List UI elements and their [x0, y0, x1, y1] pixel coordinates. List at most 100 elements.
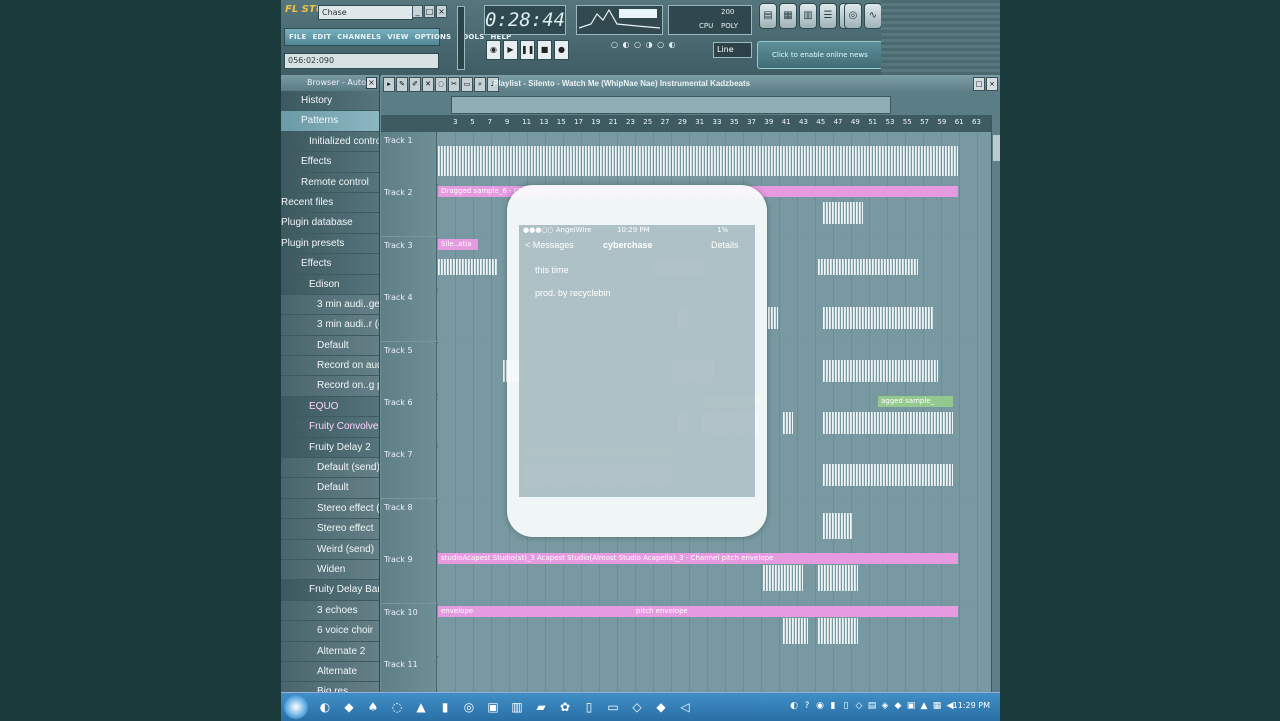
- scroll-thumb[interactable]: [993, 135, 1000, 161]
- details-button[interactable]: Details: [711, 240, 739, 250]
- browser-item[interactable]: Record on audio input: [281, 356, 379, 377]
- start-button[interactable]: [284, 695, 308, 719]
- maximize-icon[interactable]: □: [424, 5, 435, 18]
- playlist-icon[interactable]: ▤: [759, 3, 777, 29]
- paint-tool-icon[interactable]: ✐: [409, 77, 421, 92]
- track-name[interactable]: Track 1: [381, 132, 437, 184]
- browser-item[interactable]: Remote control: [281, 172, 379, 193]
- playlist-close-icon[interactable]: ×: [986, 77, 998, 91]
- app-icon[interactable]: ◌: [387, 697, 407, 717]
- snap-select[interactable]: Line: [713, 42, 752, 58]
- piano-roll-icon[interactable]: ▥: [799, 3, 817, 29]
- browser-item[interactable]: Effects: [281, 254, 379, 275]
- audio-clip-waveform[interactable]: [823, 512, 853, 539]
- slice-tool-icon[interactable]: ✂: [448, 77, 460, 92]
- app-icon[interactable]: ▲: [411, 697, 431, 717]
- browser-item[interactable]: Default (send): [281, 458, 379, 479]
- stop-icon[interactable]: ■: [537, 40, 552, 60]
- app-icon[interactable]: ◁: [675, 697, 695, 717]
- browser-item[interactable]: Recent files: [281, 192, 379, 214]
- playlist-maximize-icon[interactable]: □: [973, 77, 985, 91]
- browser-item[interactable]: Default: [281, 335, 379, 357]
- menu-channels[interactable]: CHANNELS: [337, 33, 381, 41]
- browser-close-icon[interactable]: ×: [366, 77, 377, 89]
- tray-icon[interactable]: ?: [802, 699, 812, 713]
- audio-clip-waveform[interactable]: [783, 617, 808, 644]
- app-icon[interactable]: ▮: [435, 697, 455, 717]
- app-icon[interactable]: ✿: [555, 697, 575, 717]
- track-name[interactable]: Track 10: [381, 603, 437, 656]
- browser-item[interactable]: Widen: [281, 559, 379, 581]
- browser-item[interactable]: 6 voice choir: [281, 621, 379, 642]
- app-icon[interactable]: ◇: [627, 697, 647, 717]
- audio-clip-waveform[interactable]: [823, 359, 938, 382]
- browser-item[interactable]: Weird (send): [281, 539, 379, 560]
- wave-editor-icon[interactable]: ∿: [864, 3, 882, 29]
- app-icon[interactable]: ▥: [507, 697, 527, 717]
- track-name[interactable]: Track 2: [381, 184, 437, 237]
- menu-edit[interactable]: EDIT: [312, 33, 331, 41]
- tray-icon[interactable]: ▯: [841, 699, 851, 713]
- step-sequencer-icon[interactable]: ▦: [779, 3, 797, 29]
- browser-item[interactable]: History: [281, 91, 379, 112]
- timeline-ruler[interactable]: 3 5 7 9 11 13 15 17 19 21 23 25 27 29 31 33 35 37 39 41 43 45…: [381, 115, 991, 133]
- browser-item[interactable]: Fruity Convolver: [281, 417, 379, 438]
- clip-header[interactable]: studioAcapest Studio(st)_3 Acapest Studi…: [438, 553, 958, 565]
- audio-clip-waveform[interactable]: [818, 258, 918, 275]
- menu-file[interactable]: FILE: [289, 33, 306, 41]
- browser-item[interactable]: Patterns: [281, 111, 379, 132]
- menu-view[interactable]: VIEW: [387, 33, 408, 41]
- browser-item[interactable]: Plugin database: [281, 213, 379, 234]
- browser-item[interactable]: Default: [281, 478, 379, 499]
- audio-clip-waveform[interactable]: [823, 412, 953, 434]
- track-name[interactable]: Track 3: [381, 236, 437, 289]
- photoshop-icon[interactable]: ▣: [483, 697, 503, 717]
- browser-app-icon[interactable]: ◐: [315, 697, 335, 717]
- tray-icon[interactable]: ▣: [906, 699, 916, 713]
- track-name[interactable]: Track 9: [381, 551, 437, 604]
- browser-item[interactable]: Plugin presets: [281, 233, 379, 255]
- browser-item[interactable]: Alternate 2: [281, 641, 379, 662]
- minimize-icon[interactable]: _: [412, 5, 423, 18]
- tray-icon[interactable]: ◉: [815, 699, 825, 713]
- track-lane[interactable]: studioAcapest Studio(st)_3 Acapest Studi…: [438, 551, 991, 604]
- pause-icon[interactable]: ❚❚: [520, 40, 535, 60]
- vertical-scrollbar[interactable]: [991, 115, 1000, 692]
- browser-item[interactable]: Stereo effect: [281, 519, 379, 540]
- track-name[interactable]: Track 4: [381, 289, 437, 342]
- audio-clip-waveform[interactable]: [783, 412, 793, 434]
- browser-item[interactable]: 3 echoes: [281, 600, 379, 622]
- track-name[interactable]: Track 6: [381, 394, 437, 446]
- folder-icon[interactable]: ▰: [531, 697, 551, 717]
- online-news-button[interactable]: Click to enable online news: [757, 41, 883, 69]
- draw-tool-icon[interactable]: ✎: [396, 77, 408, 92]
- app-icon[interactable]: ▭: [603, 697, 623, 717]
- mute-tool-icon[interactable]: ◌: [435, 77, 447, 92]
- browser-item[interactable]: Record on..g playback: [281, 376, 379, 397]
- tray-icon[interactable]: ◐: [789, 699, 799, 713]
- tray-icon[interactable]: ◆: [893, 699, 903, 713]
- audio-clip-waveform[interactable]: [818, 565, 858, 592]
- browser-item[interactable]: Edison: [281, 274, 379, 295]
- lemon-app-icon[interactable]: ◆: [339, 697, 359, 717]
- audio-clip-waveform[interactable]: [763, 565, 803, 592]
- audio-clip-waveform[interactable]: [823, 307, 933, 330]
- audio-clip-waveform[interactable]: [438, 258, 498, 275]
- track-name[interactable]: Track 5: [381, 341, 437, 394]
- track-name[interactable]: Track 7: [381, 446, 437, 499]
- close-icon[interactable]: ×: [436, 5, 447, 18]
- browser-item[interactable]: Fruity Delay Bank: [281, 580, 379, 601]
- app-icon[interactable]: ◎: [459, 697, 479, 717]
- pattern-song-toggle[interactable]: ◉: [486, 40, 501, 60]
- tray-icon[interactable]: ▤: [867, 699, 877, 713]
- app-icon[interactable]: ▯: [579, 697, 599, 717]
- menu-options[interactable]: OPTIONS: [415, 33, 452, 41]
- tray-icon[interactable]: ◈: [880, 699, 890, 713]
- record-button-icon[interactable]: ●: [554, 40, 569, 60]
- track-name[interactable]: Track 8: [381, 498, 437, 551]
- plugin-icon[interactable]: ◎: [844, 3, 862, 29]
- browser-item[interactable]: EQUO: [281, 396, 379, 418]
- master-volume-slider[interactable]: [457, 6, 465, 70]
- song-name-field[interactable]: Chase: [318, 5, 413, 20]
- browser-item[interactable]: Effects: [281, 152, 379, 173]
